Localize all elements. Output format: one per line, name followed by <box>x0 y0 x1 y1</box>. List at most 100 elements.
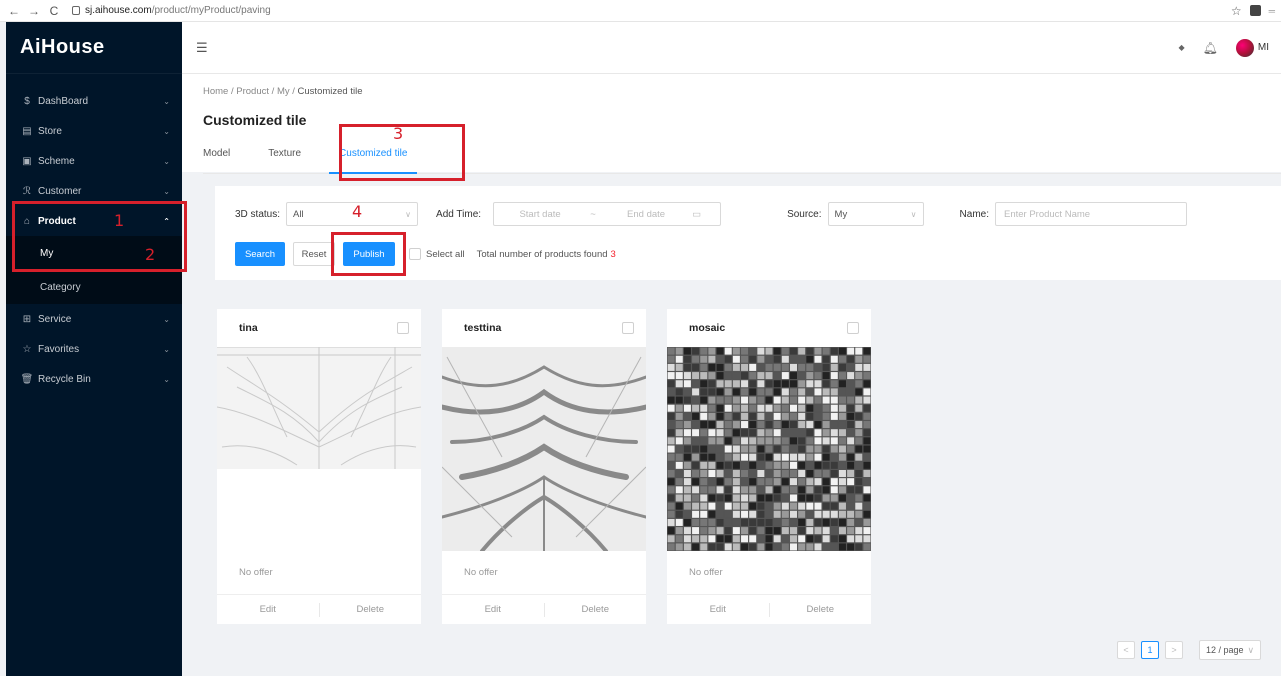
product-checkbox[interactable] <box>847 322 859 334</box>
product-thumbnail[interactable] <box>442 347 646 551</box>
top-header: ☰ ◆ 🔔︎ MI <box>182 22 1281 74</box>
select-all-checkbox[interactable] <box>409 248 421 260</box>
sidebar-item-favorites[interactable]: ☆ Favorites ⌄ <box>6 334 182 364</box>
product-card[interactable]: tina No offer Edit Delete <box>217 309 421 624</box>
avatar[interactable] <box>1235 38 1254 57</box>
offer-status: No offer <box>689 567 723 578</box>
sidebar-item-label: Scheme <box>38 155 75 167</box>
breadcrumb-separator: / <box>292 86 295 97</box>
chevron-down-icon: ⌄ <box>163 344 170 354</box>
date-range-picker[interactable]: Start date ~ End date ▭ <box>493 202 722 226</box>
chevron-down-icon: ⌄ <box>163 374 170 384</box>
product-name-placeholder: Enter Product Name <box>1003 208 1091 220</box>
breadcrumb-separator: / <box>230 86 234 97</box>
annotation-number: 2 <box>145 245 156 264</box>
product-checkbox[interactable] <box>397 322 409 334</box>
calendar-icon: ▭ <box>692 208 702 220</box>
page-number[interactable]: 1 <box>1141 641 1159 659</box>
star-icon: ☆ <box>22 343 32 355</box>
date-range-separator: ~ <box>590 208 596 220</box>
bell-icon[interactable]: 🔔︎ <box>1203 41 1218 55</box>
sidebar-item-dashboard[interactable]: $ DashBoard ⌄ <box>6 86 182 116</box>
delete-button[interactable]: Delete <box>320 604 422 615</box>
edit-button[interactable]: Edit <box>217 604 319 615</box>
extension-icon[interactable] <box>1249 5 1261 16</box>
reload-button[interactable]: C <box>46 4 62 18</box>
more-icon[interactable]: ═ <box>1269 6 1275 16</box>
product-name: mosaic <box>689 322 726 334</box>
annotation-number: 3 <box>393 124 404 143</box>
browser-toolbar: ← → C sj.aihouse.com/product/myProduct/p… <box>0 0 1281 22</box>
url-path: /product/myProduct/paving <box>151 5 271 16</box>
search-button[interactable]: Search <box>235 242 285 266</box>
product-name: tina <box>239 322 258 334</box>
sidebar-item-label: Store <box>38 125 62 137</box>
chevron-down-icon: ∨ <box>405 209 412 219</box>
product-thumbnail[interactable] <box>667 347 871 551</box>
prev-page-button[interactable]: < <box>1117 641 1135 659</box>
chevron-down-icon: ⌄ <box>163 156 170 166</box>
url-host: sj.aihouse.com <box>85 5 152 16</box>
reset-button[interactable]: Reset <box>293 242 335 266</box>
tab-model[interactable]: Model <box>203 144 230 173</box>
delete-button[interactable]: Delete <box>770 604 872 615</box>
start-date-input[interactable]: Start date <box>494 209 586 220</box>
chevron-down-icon: ⌄ <box>163 96 170 106</box>
sidebar-item-label: Service <box>38 313 72 325</box>
found-text: Total number of products found <box>476 248 608 260</box>
page-size-select[interactable]: 12 / page ∨ <box>1199 640 1262 660</box>
3d-status-value: All <box>293 208 304 220</box>
app-logo[interactable]: AiHouse <box>6 22 182 74</box>
back-button[interactable]: ← <box>6 4 22 18</box>
annotation-number: 4 <box>352 202 363 221</box>
chevron-down-icon: ∨ <box>910 209 917 219</box>
found-count: 3 <box>610 248 616 260</box>
breadcrumb-separator: / <box>271 86 275 97</box>
sidebar-item-recycle-bin[interactable]: 🗑 Recycle Bin ⌄ <box>6 364 182 394</box>
edit-button[interactable]: Edit <box>667 604 769 615</box>
annotation-box-product <box>12 201 187 272</box>
pagination: < 1 > 12 / page ∨ <box>1117 640 1262 660</box>
next-page-button[interactable]: > <box>1165 641 1183 659</box>
annotation-box-publish <box>331 232 406 276</box>
annotation-number: 1 <box>114 211 125 230</box>
chevron-down-icon: ∨ <box>1247 644 1255 655</box>
sidebar-item-label: DashBoard <box>38 95 89 107</box>
sidebar-item-label: Favorites <box>38 343 80 355</box>
breadcrumb-current: Customized tile <box>297 86 363 97</box>
delete-button[interactable]: Delete <box>545 604 647 615</box>
chevron-down-icon: ⌄ <box>163 186 170 196</box>
address-bar[interactable]: sj.aihouse.com/product/myProduct/paving <box>72 5 271 16</box>
page-size-value: 12 / page <box>1206 645 1244 655</box>
user-name[interactable]: MI <box>1258 42 1269 53</box>
product-name-input[interactable]: Enter Product Name <box>994 202 1187 226</box>
menu-fold-icon[interactable]: ☰ <box>196 40 208 56</box>
dashboard-icon: $ <box>24 95 30 107</box>
chevron-down-icon: ⌄ <box>163 126 170 136</box>
sidebar-subitem-category[interactable]: Category <box>6 270 182 304</box>
dot-icon[interactable]: ◆ <box>1179 43 1185 52</box>
offer-status: No offer <box>239 567 273 578</box>
source-label: Source: <box>787 208 822 220</box>
scheme-icon: ▣ <box>22 155 32 167</box>
breadcrumb-my[interactable]: My <box>277 86 290 97</box>
breadcrumb: Home / Product / My / Customized tile <box>203 86 1281 97</box>
product-card[interactable]: mosaic No offer Edit Delete <box>667 309 871 624</box>
breadcrumb-home[interactable]: Home <box>203 86 228 97</box>
tab-texture[interactable]: Texture <box>268 144 301 173</box>
product-checkbox[interactable] <box>622 322 634 334</box>
breadcrumb-product[interactable]: Product <box>236 86 269 97</box>
sidebar-item-service[interactable]: ⊞ Service ⌄ <box>6 304 182 334</box>
source-value: My <box>834 208 848 220</box>
forward-button[interactable]: → <box>26 4 42 18</box>
end-date-input[interactable]: End date <box>600 209 692 220</box>
sidebar-item-scheme[interactable]: ▣ Scheme ⌄ <box>6 146 182 176</box>
source-select[interactable]: My ∨ <box>827 202 924 226</box>
product-card[interactable]: testtina No offer Edit Delete <box>442 309 646 624</box>
chevron-down-icon: ⌄ <box>163 314 170 324</box>
edit-button[interactable]: Edit <box>442 604 544 615</box>
bookmark-star-icon[interactable]: ☆ <box>1231 4 1242 18</box>
sidebar-item-store[interactable]: ▤ Store ⌄ <box>6 116 182 146</box>
select-all-label[interactable]: Select all <box>426 249 465 260</box>
product-thumbnail[interactable] <box>217 347 421 551</box>
